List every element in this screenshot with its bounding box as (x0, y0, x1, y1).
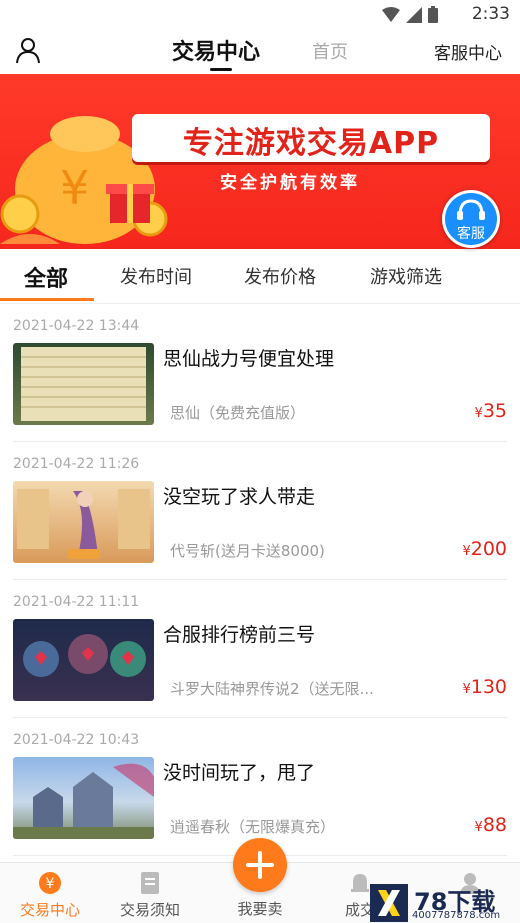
bell-icon (351, 874, 369, 892)
customer-service-float-inner: 客服 (445, 193, 497, 245)
price-currency: ¥ (474, 820, 483, 835)
nav-trade-center[interactable]: ¥ 交易中心 (0, 863, 100, 923)
headset-icon (457, 199, 485, 220)
price-currency: ¥ (474, 406, 483, 421)
item-thumbnail-art (13, 763, 154, 839)
filter-game[interactable]: 游戏筛选 (370, 263, 442, 289)
banner-title: 专注游戏交易APP (182, 126, 440, 161)
battery-icon (428, 6, 438, 23)
svg-text:¥: ¥ (60, 161, 89, 215)
tab-home[interactable]: 首页 (312, 38, 348, 64)
item-thumbnail (13, 757, 154, 839)
banner-title-box: 专注游戏交易APP (132, 114, 490, 162)
item-date: 2021-04-22 10:43 (13, 732, 140, 748)
plus-icon-v (258, 851, 262, 879)
item-title: 没空玩了求人带走 (163, 486, 316, 508)
signal-icon (406, 6, 422, 23)
item-game: 斗罗大陆神界传说2（送无限... (170, 680, 374, 698)
user-icon[interactable] (14, 36, 42, 64)
price-value: 200 (470, 538, 507, 560)
item-thumbnail-art (21, 347, 146, 421)
watermark-url: 4007787878.com (412, 910, 501, 921)
item-thumbnail (13, 619, 154, 701)
tab-trade-center[interactable]: 交易中心 (172, 34, 260, 66)
item-price: ¥130 (462, 676, 507, 698)
customer-service-float-button[interactable]: 客服 (442, 190, 500, 248)
item-thumbnail (13, 481, 154, 563)
item-thumbnail-art (17, 489, 150, 559)
customer-service-float-label: 客服 (457, 226, 485, 242)
status-time: 2:33 (471, 4, 510, 24)
item-thumbnail (13, 343, 154, 425)
item-title: 没时间玩了，甩了 (163, 762, 316, 784)
price-currency: ¥ (462, 682, 471, 697)
item-game: 思仙（免费充值版） (170, 404, 306, 422)
list-item[interactable]: 2021-04-22 10:43 没时间玩了，甩了 逍遥春秋（无限爆真充） ¥8… (0, 718, 520, 856)
item-title: 思仙战力号便宜处理 (163, 348, 335, 370)
watermark-logo: 78下载 4007787878.com (370, 884, 518, 922)
wifi-icon (382, 6, 400, 22)
filter-publish-price[interactable]: 发布价格 (244, 263, 316, 289)
sell-button[interactable] (233, 838, 287, 892)
price-value: 88 (482, 814, 507, 836)
filter-publish-time[interactable]: 发布时间 (120, 263, 192, 289)
price-value: 130 (470, 676, 507, 698)
list-item[interactable]: 2021-04-22 11:26 没空玩了求人带走 代号斩(送月卡送8000) … (0, 442, 520, 580)
item-price: ¥35 (475, 400, 507, 422)
item-game: 逍遥春秋（无限爆真充） (170, 818, 336, 836)
svg-text:¥: ¥ (46, 876, 55, 892)
banner-subtitle: 安全护航有效率 (220, 173, 360, 193)
document-icon (141, 872, 159, 894)
active-tab-indicator (210, 68, 232, 71)
item-title: 合服排行榜前三号 (163, 624, 316, 646)
price-currency: ¥ (462, 544, 471, 559)
item-price: ¥88 (475, 814, 507, 836)
item-game: 代号斩(送月卡送8000) (170, 542, 325, 560)
top-header: 交易中心 首页 客服中心 (0, 28, 520, 74)
item-date: 2021-04-22 13:44 (13, 318, 140, 334)
list-item[interactable]: 2021-04-22 13:44 思仙战力号便宜处理 思仙（免费充值版） ¥35 (0, 304, 520, 442)
nav-trade-notice-label: 交易须知 (119, 901, 180, 919)
watermark-x-icon (370, 884, 408, 922)
item-thumbnail-art (23, 634, 146, 677)
customer-service-link[interactable]: 客服中心 (434, 39, 502, 64)
sell-label[interactable]: 我要卖 (210, 898, 310, 919)
nav-trade-notice[interactable]: 交易须知 (100, 863, 200, 923)
status-bar: 2:33 (0, 0, 520, 28)
filter-tabs: 全部 发布时间 发布价格 游戏筛选 (0, 249, 520, 304)
list-item[interactable]: 2021-04-22 11:11 合服排行榜前三号 斗罗大陆神界传说2（送无限.… (0, 580, 520, 718)
yen-coin-icon: ¥ (39, 872, 61, 894)
filter-all[interactable]: 全部 (24, 261, 68, 293)
item-price: ¥200 (462, 538, 507, 560)
item-date: 2021-04-22 11:11 (13, 594, 140, 610)
status-icons (382, 6, 438, 23)
price-value: 35 (482, 400, 507, 422)
nav-trade-center-label: 交易中心 (19, 901, 80, 919)
filter-active-indicator (0, 298, 94, 301)
item-date: 2021-04-22 11:26 (13, 456, 140, 472)
